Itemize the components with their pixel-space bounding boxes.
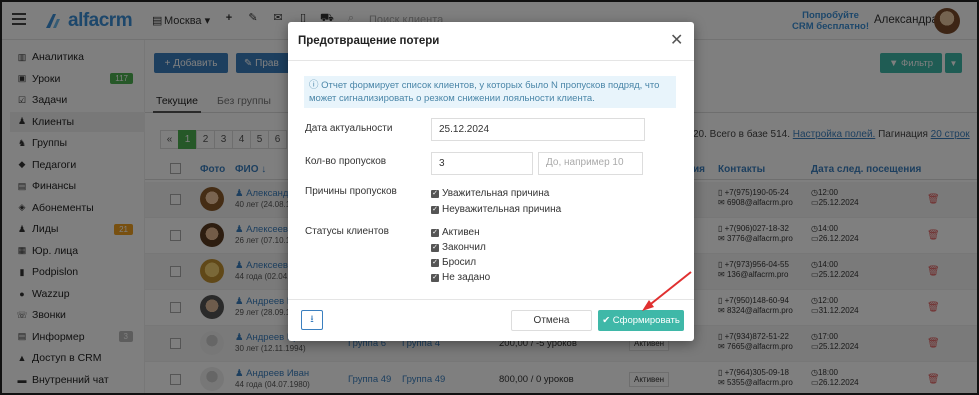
lost-prevention-dialog: Предотвращение потери ✕ ⓘ Отчет формируе…: [288, 22, 694, 341]
check-icon: ✓: [431, 258, 439, 267]
reason-valid-label: Уважительная причина: [442, 188, 550, 199]
app-window: alfacrm ▤ Москва ▾ + ✎ ✉ ▯ ⛟ ⌕ Поиск кли…: [0, 0, 979, 395]
absences-label: Кол-во пропусков: [305, 156, 387, 167]
download-icon: ⭳: [310, 313, 314, 325]
reason-invalid-label: Неуважительная причина: [442, 204, 562, 215]
status-unset-checkbox[interactable]: ✓ Не задано: [431, 272, 490, 283]
date-label: Дата актуальности: [305, 123, 393, 134]
reasons-label: Причины пропусков: [305, 186, 397, 197]
statuses-label: Статусы клиентов: [305, 226, 389, 237]
download-button[interactable]: ⭳: [301, 310, 323, 330]
status-finished-checkbox[interactable]: ✓ Закончил: [431, 242, 486, 253]
status-dropped-checkbox[interactable]: ✓ Бросил: [431, 257, 476, 268]
date-input[interactable]: 25.12.2024: [431, 118, 645, 141]
close-icon[interactable]: ✕: [670, 30, 683, 50]
absences-to-input[interactable]: До, например 10: [538, 152, 643, 175]
check-icon: ✓: [431, 205, 439, 214]
divider: [288, 299, 694, 300]
check-icon: ✓: [431, 273, 439, 282]
check-icon: ✓: [431, 243, 439, 252]
status-active-checkbox[interactable]: ✓ Активен: [431, 227, 480, 238]
absences-from-input[interactable]: 3: [431, 152, 533, 175]
status-finished-label: Закончил: [442, 242, 486, 253]
reason-invalid-checkbox[interactable]: ✓ Неуважительная причина: [431, 204, 561, 215]
status-unset-label: Не задано: [442, 272, 491, 283]
divider: [288, 60, 694, 61]
status-active-label: Активен: [442, 227, 480, 238]
status-dropped-label: Бросил: [442, 257, 477, 268]
generate-button[interactable]: ✔ Сформировать: [598, 310, 684, 331]
check-icon: ✓: [431, 228, 439, 237]
check-icon: ✓: [431, 189, 439, 198]
reason-valid-checkbox[interactable]: ✓ Уважительная причина: [431, 188, 549, 199]
cancel-button[interactable]: Отмена: [511, 310, 592, 331]
info-box: ⓘ Отчет формирует список клиентов, у кот…: [304, 76, 676, 108]
dialog-title: Предотвращение потери: [298, 35, 440, 47]
